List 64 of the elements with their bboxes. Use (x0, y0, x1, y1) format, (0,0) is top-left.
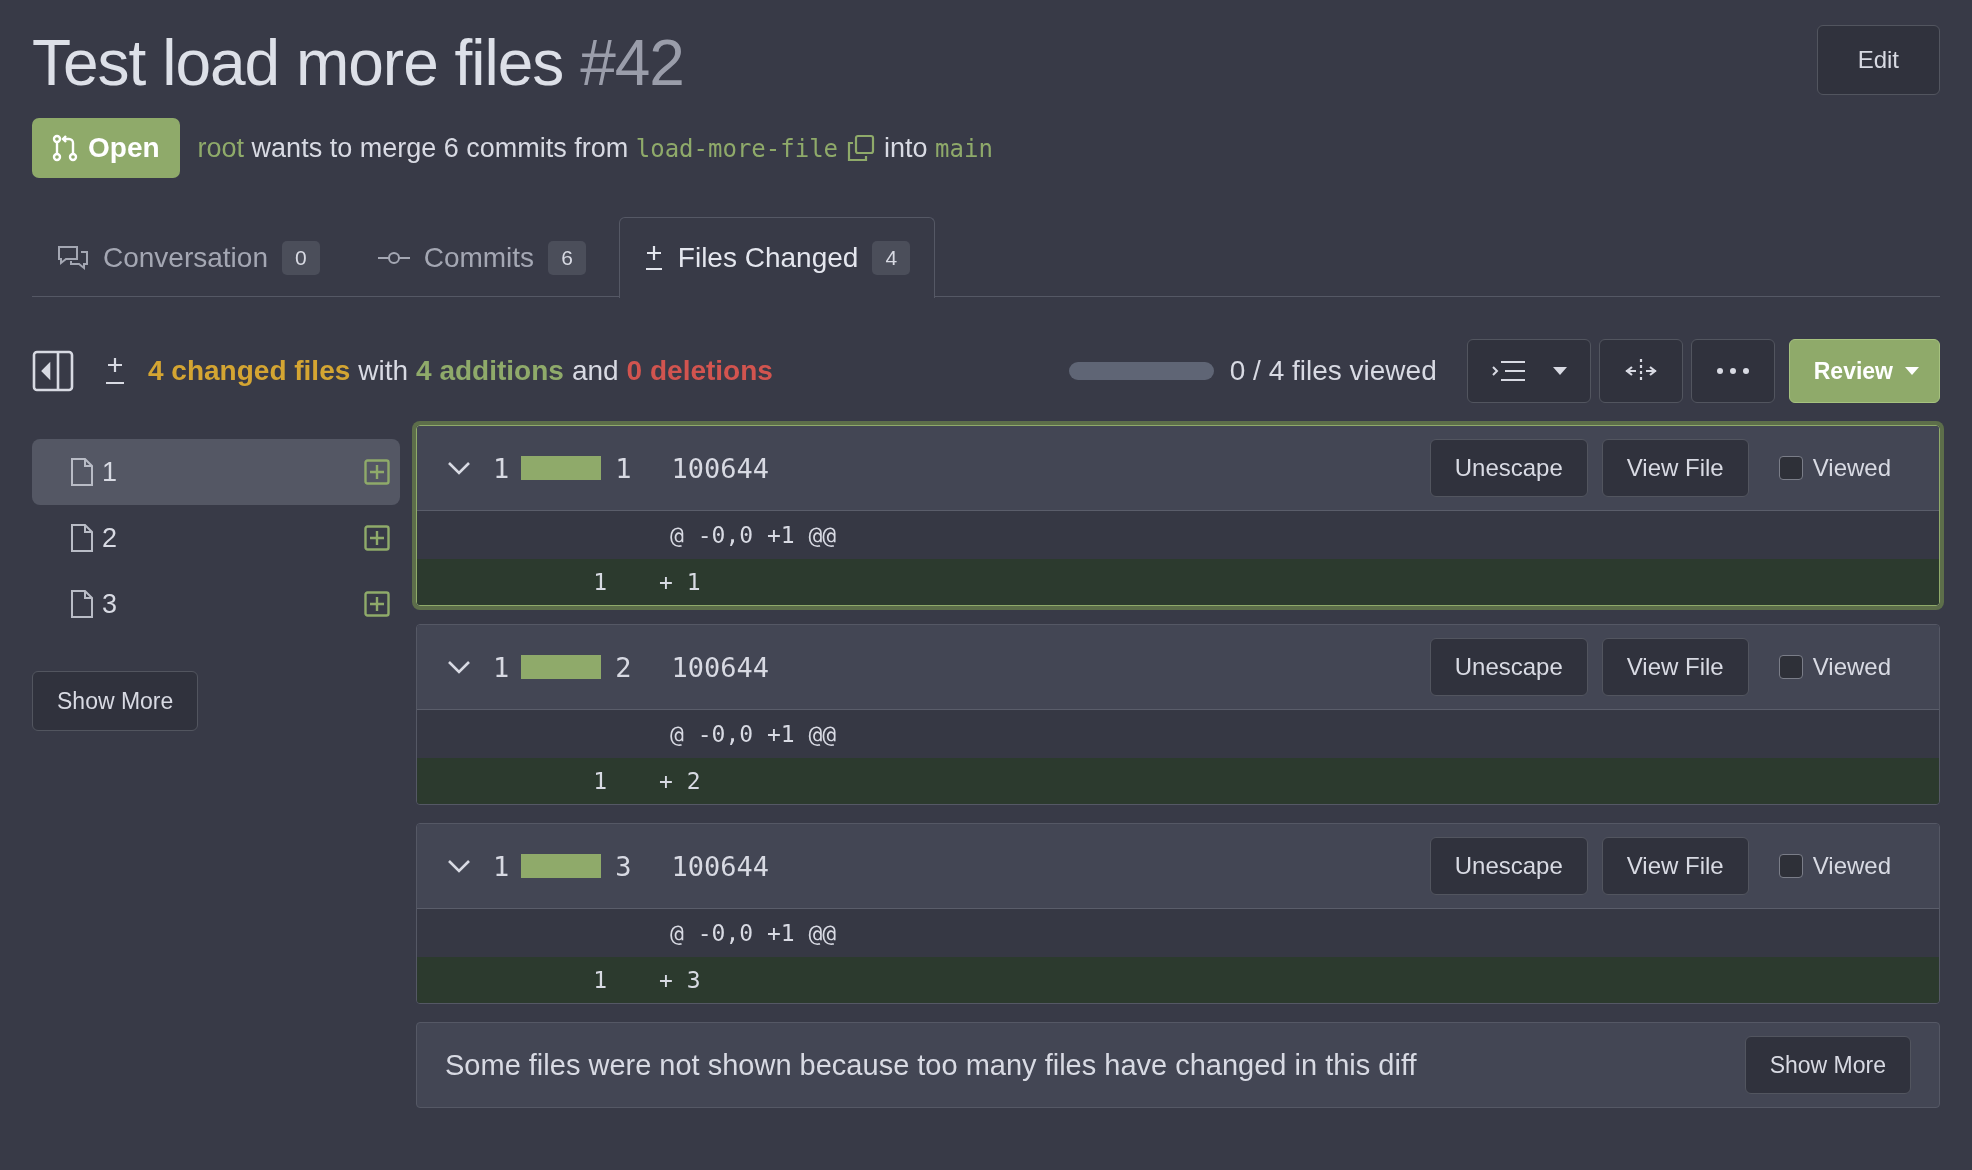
added-line: + 3 (659, 967, 701, 993)
sidebar-toggle-icon[interactable] (32, 350, 74, 392)
status-badge: Open (32, 118, 180, 178)
caret-icon (1552, 367, 1567, 375)
file-tree-item[interactable]: 2 (32, 505, 400, 571)
file-name: 2 (615, 651, 632, 683)
plus-minus-icon (643, 243, 664, 272)
line-number: 1 (592, 967, 607, 993)
tab-count: 4 (872, 240, 911, 275)
file-name: 3 (615, 850, 632, 882)
show-more-button[interactable]: Show More (1744, 1036, 1911, 1094)
copy-icon[interactable] (847, 134, 876, 162)
file-added-icon (364, 525, 390, 551)
tab-count: 6 (548, 240, 586, 275)
view-file-button[interactable]: View File (1601, 439, 1749, 497)
viewed-checkbox[interactable]: Viewed (1778, 454, 1891, 482)
file-icon (70, 457, 94, 487)
file-added-icon (364, 591, 390, 617)
added-line: + 2 (659, 768, 701, 794)
edit-button[interactable]: Edit (1816, 25, 1940, 95)
split-view-button[interactable] (1598, 339, 1683, 403)
unescape-button[interactable]: Unescape (1429, 837, 1588, 895)
show-more-button[interactable]: Show More (32, 671, 199, 731)
comments-icon (57, 243, 89, 272)
addition-count: 1 (493, 850, 510, 882)
viewed-count: 0 / 4 files viewed (1229, 355, 1437, 387)
indent-icon (1490, 360, 1525, 382)
merge-target: into main (884, 132, 993, 164)
file-mode: 100644 (671, 850, 771, 882)
pull-request-icon (52, 134, 78, 162)
chevron-down-icon[interactable] (447, 461, 471, 475)
viewed-checkbox[interactable]: Viewed (1778, 653, 1891, 681)
line-number: 1 (592, 768, 607, 794)
diff-summary: 4 changed files with 4 additions and 0 deletions (148, 355, 773, 387)
unescape-button[interactable]: Unescape (1429, 638, 1588, 696)
diff-view-dropdown[interactable] (1466, 339, 1591, 403)
more-icon (1716, 368, 1749, 374)
line-number: 1 (592, 569, 607, 595)
file-tree-item[interactable]: 3 (32, 571, 400, 637)
viewed-checkbox[interactable]: Viewed (1778, 852, 1891, 880)
caret-icon (1905, 367, 1919, 375)
unescape-button[interactable]: Unescape (1429, 439, 1588, 497)
added-line: + 1 (659, 569, 701, 595)
tab[interactable]: Commits 6 (352, 216, 611, 298)
view-file-button[interactable]: View File (1601, 837, 1749, 895)
pull-request-title: Test load more files #42 (32, 26, 684, 100)
plus-minus-icon (104, 356, 126, 386)
file-icon (70, 523, 94, 553)
tab[interactable]: Files Changed 4 (618, 216, 936, 298)
chevron-down-icon[interactable] (447, 660, 471, 674)
file-icon (70, 589, 94, 619)
notice-text: Some files were not shown because too many files have changed in this diff (445, 1048, 1417, 1082)
file-added-icon (364, 459, 390, 485)
file-name: 1 (615, 452, 632, 484)
file-mode: 100644 (671, 651, 771, 683)
addition-count: 1 (493, 651, 510, 683)
tab-count: 0 (282, 240, 320, 275)
view-file-button[interactable]: View File (1601, 638, 1749, 696)
addition-count: 1 (493, 452, 510, 484)
file-tree-item[interactable]: 1 (32, 439, 400, 505)
chevron-down-icon[interactable] (447, 859, 471, 873)
file-mode: 100644 (671, 452, 771, 484)
merge-description: root wants to merge 6 commits from load-more-file (197, 132, 839, 164)
tab[interactable]: Conversation 0 (32, 216, 345, 298)
